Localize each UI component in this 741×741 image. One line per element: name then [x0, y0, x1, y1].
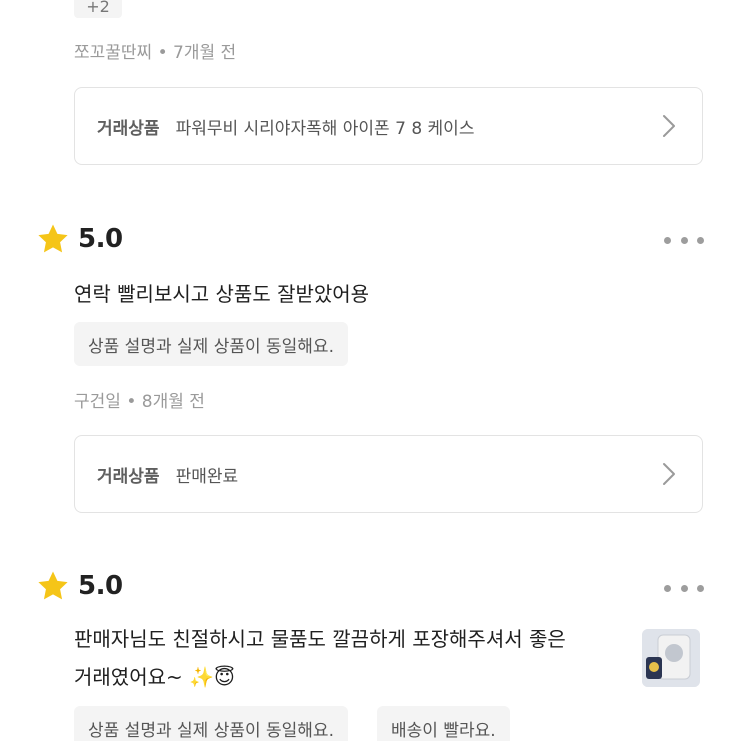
review-tag: 상품 설명과 실제 상품이 동일해요. [74, 706, 348, 741]
chevron-right-icon [658, 115, 680, 137]
trade-product-name: 판매완료 [175, 466, 239, 487]
review-tag-label: 상품 설명과 실제 상품이 동일해요. [88, 336, 334, 357]
review-meta: 구건일 • 8개월 전 [74, 392, 205, 412]
review-tag-label: +2 [86, 0, 110, 16]
review-text-line: 거래였어요~ ✨😇 [74, 665, 235, 689]
review-tag: 배송이 빨라요. [377, 706, 510, 741]
trade-product-label: 거래상품 [97, 466, 160, 487]
review-text-line: 연락 빨리보시고 상품도 잘받았어용 [74, 282, 370, 306]
review-tag-label: 상품 설명과 실제 상품이 동일해요. [88, 720, 334, 741]
review-photo-thumbnail[interactable] [642, 629, 700, 687]
review-tag: 상품 설명과 실제 상품이 동일해요. [74, 322, 348, 366]
chevron-right-icon [658, 463, 680, 485]
more-icon[interactable] [664, 583, 704, 593]
trade-product-label: 거래상품 [97, 118, 160, 139]
review-tag-label: 배송이 빨라요. [391, 720, 496, 741]
review-rating: 5.0 [36, 569, 123, 603]
review-rating: 5.0 [36, 222, 123, 256]
rating-value: 5.0 [78, 571, 123, 601]
trade-product-link[interactable]: 거래상품 판매완료 [74, 435, 703, 513]
more-icon[interactable] [664, 235, 704, 245]
rating-value: 5.0 [78, 224, 123, 254]
review-text: 판매자님도 친절하시고 물품도 깔끔하게 포장해주셔서 좋은 거래였어요~ ✨😇 [74, 620, 634, 696]
review-text-line: 판매자님도 친절하시고 물품도 깔끔하게 포장해주셔서 좋은 [74, 627, 566, 651]
review-text: 연락 빨리보시고 상품도 잘받았어용 [74, 275, 369, 313]
star-icon [38, 224, 68, 253]
trade-product-name: 파워무비 시리야자폭해 아이폰 7 8 케이스 [175, 118, 475, 139]
trade-product-link[interactable]: 거래상품 파워무비 시리야자폭해 아이폰 7 8 케이스 [74, 87, 703, 165]
star-icon [38, 571, 68, 600]
review-tag: +2 [74, 0, 122, 18]
review-meta: 쪼꼬꿀딴찌 • 7개월 전 [74, 43, 237, 63]
